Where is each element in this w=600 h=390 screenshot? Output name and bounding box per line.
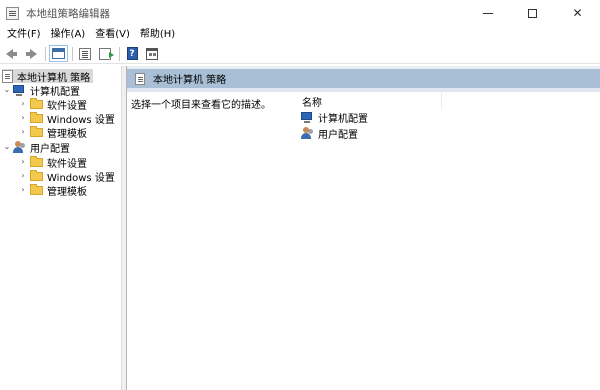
tree-item-user-admin-templates[interactable]: › 管理模板 <box>18 183 87 198</box>
tree-item-computer-admin-templates[interactable]: › 管理模板 <box>18 125 87 140</box>
computer-icon <box>301 111 314 123</box>
menu-view[interactable]: 查看(V) <box>90 26 135 44</box>
tree-item-root[interactable]: 本地计算机 策略 <box>2 69 94 84</box>
tree-item-label: 管理模板 <box>47 128 87 140</box>
show-hide-tree-button[interactable] <box>48 45 68 63</box>
minimize-button[interactable] <box>465 0 510 26</box>
tree-pane[interactable]: 本地计算机 策略 ⌄ 计算机配置 › 软件设置 › Windows 设置 › 管… <box>0 66 122 390</box>
details-header: 本地计算机 策略 <box>127 66 600 92</box>
folder-icon <box>30 97 43 109</box>
tree-item-user-software-settings[interactable]: › 软件设置 <box>18 155 87 170</box>
policy-document-icon <box>135 72 145 85</box>
tree-item-label: 管理模板 <box>47 186 87 198</box>
tree-item-label: 用户配置 <box>30 143 70 155</box>
export-list-icon <box>99 47 114 60</box>
tree-item-user-windows-settings[interactable]: › Windows 设置 <box>18 169 115 184</box>
folder-icon <box>30 111 43 123</box>
window-title: 本地组策略编辑器 <box>26 7 110 20</box>
folder-icon <box>30 155 43 167</box>
list-item-user-config[interactable]: 用户配置 <box>300 126 358 141</box>
close-icon: ✕ <box>572 6 583 20</box>
show-hide-tree-icon <box>48 45 68 62</box>
folder-icon <box>30 125 43 137</box>
toolbar-separator <box>119 46 120 61</box>
list-item-label: 计算机配置 <box>318 113 368 125</box>
minimize-icon <box>482 12 493 14</box>
tree-item-user-config[interactable]: ⌄ 用户配置 <box>2 140 70 155</box>
details-header-tab: 本地计算机 策略 <box>127 69 307 88</box>
policy-document-icon <box>2 69 13 83</box>
chevron-right-icon[interactable]: › <box>18 111 28 125</box>
tree-item-label: 计算机配置 <box>30 86 80 98</box>
back-button[interactable] <box>2 45 20 63</box>
help-icon: ? <box>126 47 138 60</box>
details-pane: 本地计算机 策略 选择一个项目来查看它的描述。 名称 计算机配置 用户配置 <box>127 66 600 390</box>
help-button[interactable]: ? <box>123 45 141 63</box>
list-item-label: 用户配置 <box>318 129 358 141</box>
close-button[interactable]: ✕ <box>555 0 600 26</box>
app-icon <box>6 6 19 20</box>
description-text: 选择一个项目来查看它的描述。 <box>131 100 271 111</box>
menu-help[interactable]: 帮助(H) <box>135 26 180 44</box>
chevron-right-icon[interactable]: › <box>18 169 28 183</box>
chevron-down-icon[interactable]: ⌄ <box>2 140 12 154</box>
forward-arrow-icon <box>25 48 37 59</box>
tree-item-label: Windows 设置 <box>47 172 115 184</box>
tree-item-label: 本地计算机 策略 <box>17 72 91 84</box>
toolbar-separator <box>45 46 46 61</box>
window-controls: ✕ <box>465 0 600 26</box>
forward-button[interactable] <box>22 45 40 63</box>
back-arrow-icon <box>5 48 17 59</box>
tree-item-label: 软件设置 <box>47 100 87 112</box>
chevron-right-icon[interactable]: › <box>18 97 28 111</box>
column-divider[interactable] <box>441 91 442 109</box>
chevron-right-icon[interactable]: › <box>18 183 28 197</box>
details-header-title: 本地计算机 策略 <box>153 75 227 86</box>
tree-item-label: Windows 设置 <box>47 114 115 126</box>
tree-item-label: 软件设置 <box>47 158 87 170</box>
computer-icon <box>13 84 26 96</box>
toolbar: ? <box>0 44 600 64</box>
users-icon <box>13 140 26 154</box>
properties-icon <box>146 47 158 60</box>
tree-item-computer-windows-settings[interactable]: › Windows 设置 <box>18 111 115 126</box>
folder-icon <box>30 169 43 181</box>
chevron-right-icon[interactable]: › <box>18 125 28 139</box>
list-view-button[interactable] <box>76 45 94 63</box>
export-list-button[interactable] <box>96 45 114 63</box>
menu-file[interactable]: 文件(F) <box>2 26 46 44</box>
menu-bar: 文件(F) 操作(A) 查看(V) 帮助(H) <box>0 26 600 44</box>
column-header-name[interactable]: 名称 <box>302 94 322 109</box>
tree-item-computer-config[interactable]: ⌄ 计算机配置 <box>2 83 80 98</box>
folder-icon <box>30 183 43 195</box>
toolbar-separator <box>72 46 73 61</box>
list-item-computer-config[interactable]: 计算机配置 <box>300 110 368 125</box>
chevron-right-icon[interactable]: › <box>18 155 28 169</box>
maximize-icon <box>528 8 537 18</box>
users-icon <box>301 126 314 140</box>
maximize-button[interactable] <box>510 0 555 26</box>
chevron-down-icon[interactable]: ⌄ <box>2 83 12 97</box>
list-view-icon <box>79 47 91 60</box>
tree-item-computer-software-settings[interactable]: › 软件设置 <box>18 97 87 112</box>
menu-action[interactable]: 操作(A) <box>46 26 91 44</box>
properties-button[interactable] <box>143 45 161 63</box>
title-bar: 本地组策略编辑器 ✕ <box>0 0 600 26</box>
